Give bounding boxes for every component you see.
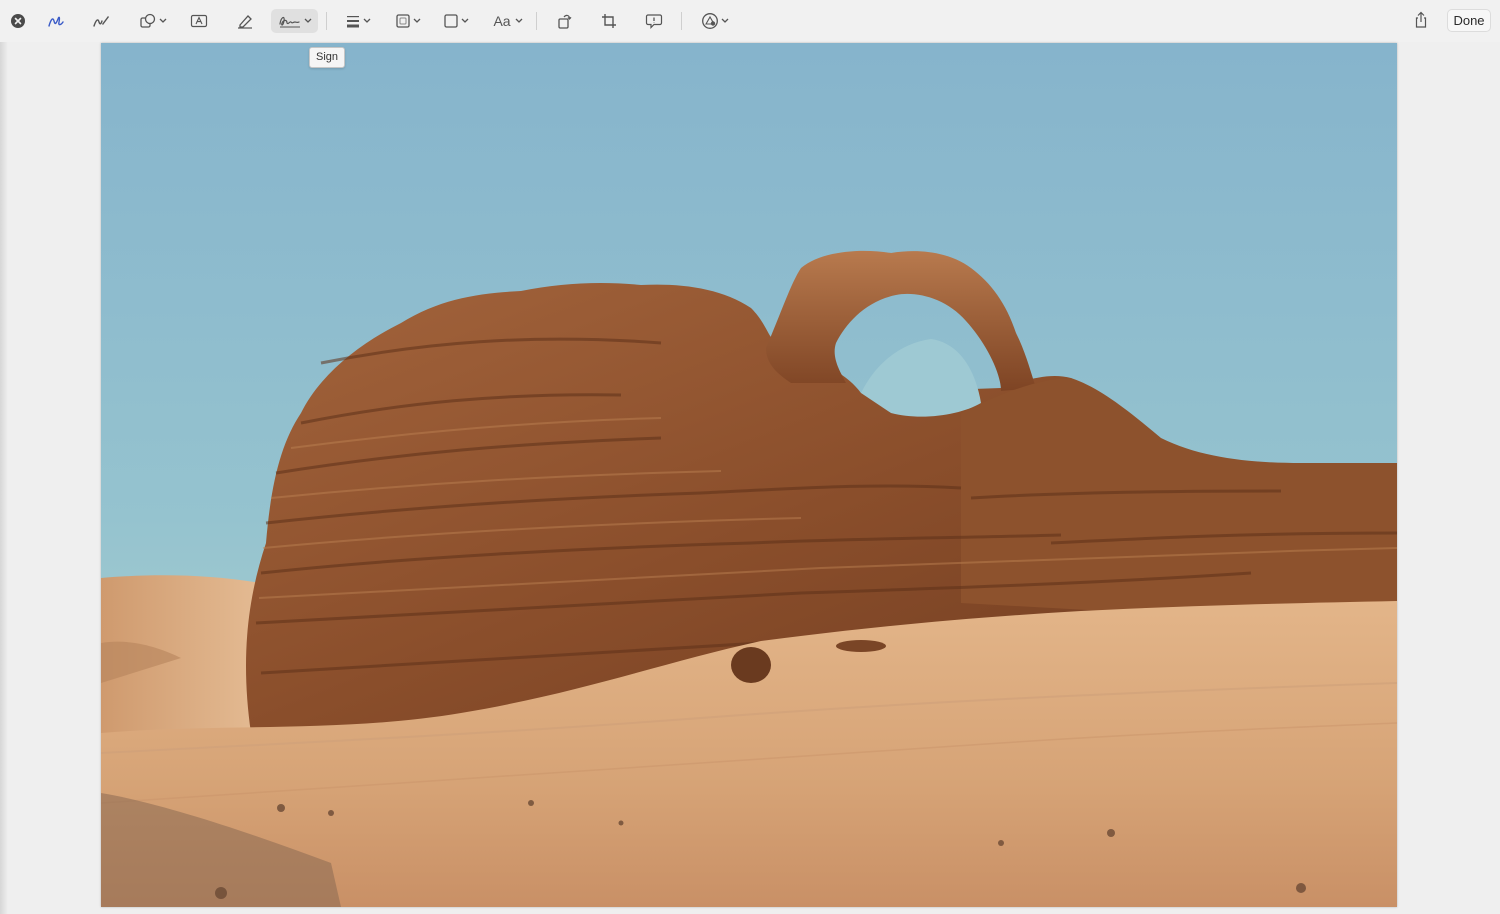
markup-toolbar: Aa Done [0, 0, 1500, 42]
border-color-icon [396, 14, 410, 28]
draw-button[interactable] [89, 9, 113, 33]
sketch-button[interactable] [44, 9, 68, 33]
border-color-button[interactable] [391, 9, 425, 33]
draw-icon [93, 16, 109, 27]
window-edge-shadow [0, 42, 8, 914]
chevron-down-icon [515, 18, 523, 23]
rotate-icon [558, 14, 572, 29]
highlight-button[interactable] [233, 9, 257, 33]
photo-canvas [101, 43, 1397, 907]
chevron-down-icon [304, 18, 311, 23]
crop-button[interactable] [597, 9, 621, 33]
chevron-down-icon [363, 18, 371, 23]
chevron-down-icon [159, 18, 167, 23]
markup-options-button[interactable] [697, 9, 733, 33]
signature-icon [278, 16, 300, 28]
desert-arch-photo [101, 43, 1397, 907]
toolbar-separator [536, 12, 537, 30]
shapes-icon [140, 13, 156, 28]
close-icon[interactable] [11, 14, 25, 28]
highlight-icon [238, 15, 252, 29]
markup-options-icon [702, 13, 718, 29]
crop-icon [602, 14, 616, 28]
toolbar-separator [326, 12, 327, 30]
text-box-button[interactable] [187, 9, 211, 33]
description-icon [645, 14, 663, 29]
line-style-icon [347, 16, 359, 28]
fill-color-icon [444, 14, 458, 28]
shapes-button[interactable] [136, 9, 170, 33]
sign-tooltip: Sign [309, 47, 346, 68]
fill-color-button[interactable] [439, 9, 473, 33]
chevron-down-icon [461, 18, 469, 23]
toolbar-separator [681, 12, 682, 30]
sketch-icon [48, 16, 64, 27]
markup-window: Aa Done Sign [0, 0, 1500, 914]
share-button[interactable] [1409, 8, 1433, 32]
description-button[interactable] [642, 9, 666, 33]
share-icon [1415, 11, 1427, 28]
text-style-icon: Aa [493, 13, 511, 29]
text-style-button[interactable]: Aa [490, 9, 526, 33]
shape-style-button[interactable] [341, 9, 375, 33]
chevron-down-icon [413, 18, 421, 23]
text-box-icon [190, 14, 208, 28]
rotate-button[interactable] [552, 9, 576, 33]
chevron-down-icon [721, 18, 729, 23]
sign-button[interactable] [271, 9, 318, 33]
done-button[interactable]: Done [1447, 9, 1491, 32]
